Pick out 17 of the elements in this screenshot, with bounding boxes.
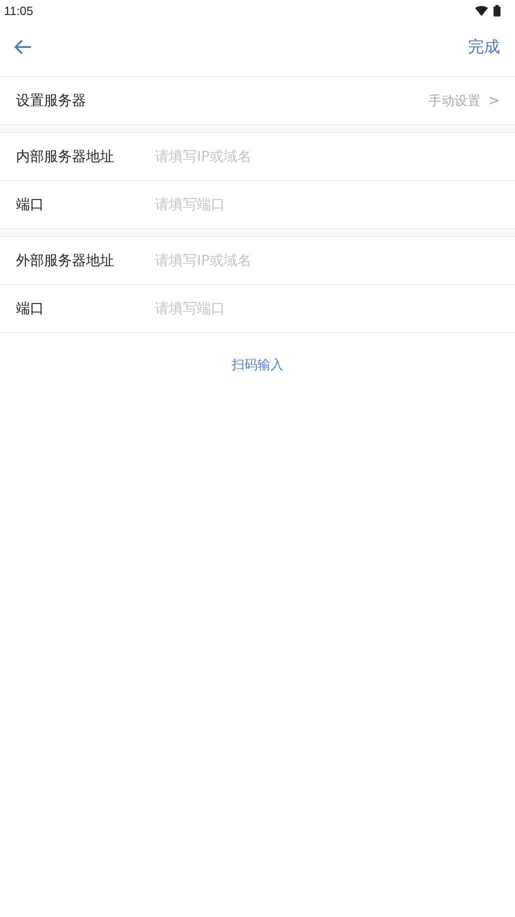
status-time: 11:05 bbox=[4, 4, 34, 18]
wifi-icon bbox=[475, 6, 488, 16]
field-label: 外部服务器地址 bbox=[16, 252, 115, 270]
input-field[interactable]: 请填写IP或域名 bbox=[155, 248, 500, 272]
setting-label: 设置服务器 bbox=[16, 92, 86, 110]
input-field[interactable]: 请填写端口 bbox=[155, 192, 500, 216]
chevron-icon: > bbox=[488, 92, 500, 108]
field-label: 端口 bbox=[16, 300, 45, 318]
field-label: 内部服务器地址 bbox=[16, 148, 115, 166]
battery-icon bbox=[493, 5, 501, 17]
field-label: 端口 bbox=[16, 196, 45, 214]
input-field[interactable]: 请填写端口 bbox=[155, 296, 500, 320]
back-icon[interactable] bbox=[14, 39, 32, 55]
done-button[interactable]: 完成 bbox=[468, 36, 500, 58]
scan-link[interactable]: 扫码输入 bbox=[232, 356, 284, 374]
setting-value: 手动设置 bbox=[428, 92, 480, 110]
input-field[interactable]: 请填写IP或域名 bbox=[155, 144, 500, 168]
